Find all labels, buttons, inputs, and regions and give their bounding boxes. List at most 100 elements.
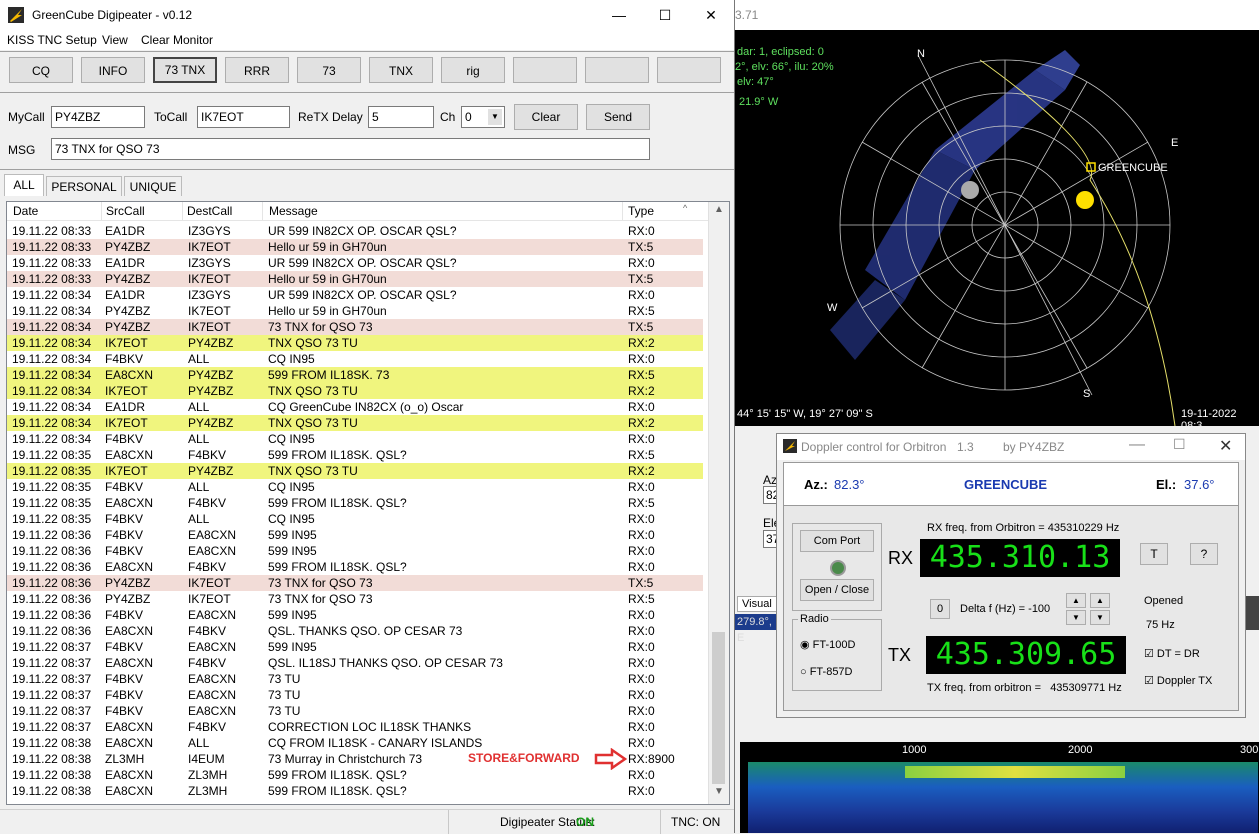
cell-message: CQ IN95 (268, 480, 315, 494)
cell-type: RX:0 (628, 608, 655, 622)
table-row[interactable]: 19.11.22 08:34 PY4ZBZ IK7EOT 73 TNX for QSO… (7, 319, 703, 335)
column-header-message[interactable]: Message (269, 204, 318, 218)
table-row[interactable]: 19.11.22 08:34 IK7EOT PY4ZBZ TNX QSO 73 TU R… (7, 383, 703, 399)
table-row[interactable]: 19.11.22 08:37 F4BKV EA8CXN 73 TU RX:0 (7, 687, 703, 703)
chevron-down-icon[interactable]: ▼ (488, 109, 502, 125)
cell-srccall: PY4ZBZ (105, 240, 151, 254)
table-row[interactable]: 19.11.22 08:36 EA8CXN F4BKV QSL. THANKS QSO… (7, 623, 703, 639)
red-arrow-icon (594, 748, 628, 770)
quick-button-rrr[interactable]: RRR (225, 57, 289, 83)
table-row[interactable]: 19.11.22 08:33 EA1DR IZ3GYS UR 599 IN82CX O… (7, 223, 703, 239)
table-row[interactable]: 19.11.22 08:33 PY4ZBZ IK7EOT Hello ur 59 in… (7, 271, 703, 287)
quick-button-tnx[interactable]: TNX (369, 57, 433, 83)
table-row[interactable]: 19.11.22 08:37 F4BKV EA8CXN 73 TU RX:0 (7, 671, 703, 687)
radio-ft100d[interactable]: ◉ FT-100D (800, 638, 855, 651)
table-row[interactable]: 19.11.22 08:35 F4BKV ALL CQ IN95 RX:0 (7, 479, 703, 495)
cell-type: RX:0 (628, 560, 655, 574)
table-row[interactable]: 19.11.22 08:37 F4BKV EA8CXN 73 TU RX:0 (7, 703, 703, 719)
table-row[interactable]: 19.11.22 08:36 F4BKV EA8CXN 599 IN95 RX:0 (7, 607, 703, 623)
close-icon[interactable]: ✕ (688, 0, 734, 30)
scroll-thumb[interactable] (712, 632, 725, 784)
minimize-icon[interactable]: — (1129, 436, 1145, 454)
tab-unique[interactable]: UNIQUE (124, 176, 182, 196)
table-row[interactable]: 19.11.22 08:34 IK7EOT PY4ZBZ TNX QSO 73 TU R… (7, 335, 703, 351)
table-row[interactable]: 19.11.22 08:34 F4BKV ALL CQ IN95 RX:0 (7, 351, 703, 367)
help-button[interactable]: ? (1190, 543, 1218, 565)
t-button[interactable]: T (1140, 543, 1168, 565)
quick-button-empty-2[interactable] (585, 57, 649, 83)
column-header-srccall[interactable]: SrcCall (106, 204, 145, 218)
cell-type: TX:5 (628, 320, 654, 334)
dt-dr-checkbox[interactable]: ☑ DT = DR (1144, 647, 1200, 660)
quick-button-empty-1[interactable] (513, 57, 577, 83)
column-header-destcall[interactable]: DestCall (187, 204, 232, 218)
table-row[interactable]: 19.11.22 08:38 EA8CXN ZL3MH 599 FROM IL18SK… (7, 783, 703, 799)
table-row[interactable]: 19.11.22 08:35 F4BKV ALL CQ IN95 RX:0 (7, 511, 703, 527)
radio-ft857d[interactable]: ○ FT-857D (800, 666, 853, 678)
cell-type: RX:0 (628, 544, 655, 558)
table-row[interactable]: 19.11.22 08:34 IK7EOT PY4ZBZ TNX QSO 73 TU R… (7, 415, 703, 431)
retx-delay-input[interactable]: 5 (368, 106, 434, 128)
table-row[interactable]: 19.11.22 08:36 EA8CXN F4BKV 599 FROM IL18SK… (7, 559, 703, 575)
menu-view[interactable]: View (102, 33, 128, 47)
quick-button-73-tnx[interactable]: 73 TNX (153, 57, 217, 83)
doppler-tx-checkbox[interactable]: ☑ Doppler TX (1144, 674, 1212, 687)
table-row[interactable]: 19.11.22 08:36 F4BKV EA8CXN 599 IN95 RX:0 (7, 543, 703, 559)
menu-kiss-tnc-setup[interactable]: KISS TNC Setup (7, 33, 97, 47)
table-row[interactable]: 19.11.22 08:35 EA8CXN F4BKV 599 FROM IL18SK… (7, 495, 703, 511)
maximize-icon[interactable]: ☐ (642, 0, 688, 30)
table-row[interactable]: 19.11.22 08:35 EA8CXN F4BKV 599 FROM IL18SK… (7, 447, 703, 463)
tab-visual[interactable]: Visual (737, 596, 777, 612)
clear-button[interactable]: Clear (514, 104, 578, 130)
quick-button-rig[interactable]: rig (441, 57, 505, 83)
tab-personal[interactable]: PERSONAL (46, 176, 122, 196)
quick-button-empty-3[interactable] (657, 57, 721, 83)
table-row[interactable]: 19.11.22 08:36 F4BKV EA8CXN 599 IN95 RX:0 (7, 527, 703, 543)
doppler-title: Doppler control for Orbitron (801, 440, 947, 454)
table-row[interactable]: 19.11.22 08:34 F4BKV ALL CQ IN95 RX:0 (7, 431, 703, 447)
open-close-button[interactable]: Open / Close (800, 579, 874, 601)
sort-up-icon[interactable]: ^ (683, 203, 687, 213)
quick-button-info[interactable]: INFO (81, 57, 145, 83)
cell-destcall: ALL (188, 352, 210, 366)
table-row[interactable]: 19.11.22 08:33 PY4ZBZ IK7EOT Hello ur 59 in… (7, 239, 703, 255)
message-input[interactable]: 73 TNX for QSO 73 (51, 138, 650, 160)
quick-button-cq[interactable]: CQ (9, 57, 73, 83)
table-row[interactable]: 19.11.22 08:36 PY4ZBZ IK7EOT 73 TNX for QSO… (7, 591, 703, 607)
maximize-icon[interactable]: ☐ (1173, 436, 1186, 453)
table-row[interactable]: 19.11.22 08:34 EA8CXN PY4ZBZ 599 FROM IL18S… (7, 367, 703, 383)
table-row[interactable]: 19.11.22 08:37 F4BKV EA8CXN 599 IN95 RX:0 (7, 639, 703, 655)
down-arrow-1-icon[interactable]: ▼ (1066, 610, 1086, 625)
tocall-input[interactable]: IK7EOT (197, 106, 290, 128)
cell-date: 19.11.22 08:35 (12, 448, 92, 462)
menu-clear-monitor[interactable]: Clear Monitor (141, 33, 213, 47)
mycall-input[interactable]: PY4ZBZ (51, 106, 145, 128)
table-row[interactable]: 19.11.22 08:34 EA1DR ALL CQ GreenCube IN82C… (7, 399, 703, 415)
table-row[interactable]: 19.11.22 08:35 IK7EOT PY4ZBZ TNX QSO 73 TU R… (7, 463, 703, 479)
send-button[interactable]: Send (586, 104, 650, 130)
table-row[interactable]: 19.11.22 08:37 EA8CXN F4BKV CORRECTION LOC … (7, 719, 703, 735)
zero-button[interactable]: 0 (930, 599, 950, 619)
up-arrow-2-icon[interactable]: ▲ (1090, 593, 1110, 608)
minimize-icon[interactable]: — (596, 0, 642, 30)
tab-all[interactable]: ALL (4, 174, 44, 196)
vertical-scrollbar[interactable]: ▲ ▼ (708, 202, 729, 804)
table-row[interactable]: 19.11.22 08:36 PY4ZBZ IK7EOT 73 TNX for QSO… (7, 575, 703, 591)
up-arrow-1-icon[interactable]: ▲ (1066, 593, 1086, 608)
channel-select[interactable]: 0 ▼ (461, 106, 505, 128)
table-row[interactable]: 19.11.22 08:34 EA1DR IZ3GYS UR 599 IN82CX O… (7, 287, 703, 303)
table-row[interactable]: 19.11.22 08:37 EA8CXN F4BKV QSL. IL18SJ THA… (7, 655, 703, 671)
cell-date: 19.11.22 08:38 (12, 736, 92, 750)
table-row[interactable]: 19.11.22 08:34 PY4ZBZ IK7EOT Hello ur 59 in… (7, 303, 703, 319)
table-row[interactable]: 19.11.22 08:33 EA1DR IZ3GYS UR 599 IN82CX O… (7, 255, 703, 271)
column-header-date[interactable]: Date (13, 204, 38, 218)
com-port-button[interactable]: Com Port (800, 530, 874, 552)
quick-button-73[interactable]: 73 (297, 57, 361, 83)
column-header-type[interactable]: Type (628, 204, 654, 218)
down-arrow-2-icon[interactable]: ▼ (1090, 610, 1110, 625)
cell-type: RX:5 (628, 304, 655, 318)
close-icon[interactable]: ✕ (1219, 436, 1232, 456)
scroll-down-icon[interactable]: ▼ (709, 786, 729, 804)
store-forward-annotation: STORE&FORWARD (468, 751, 580, 765)
scroll-up-icon[interactable]: ▲ (709, 204, 729, 222)
